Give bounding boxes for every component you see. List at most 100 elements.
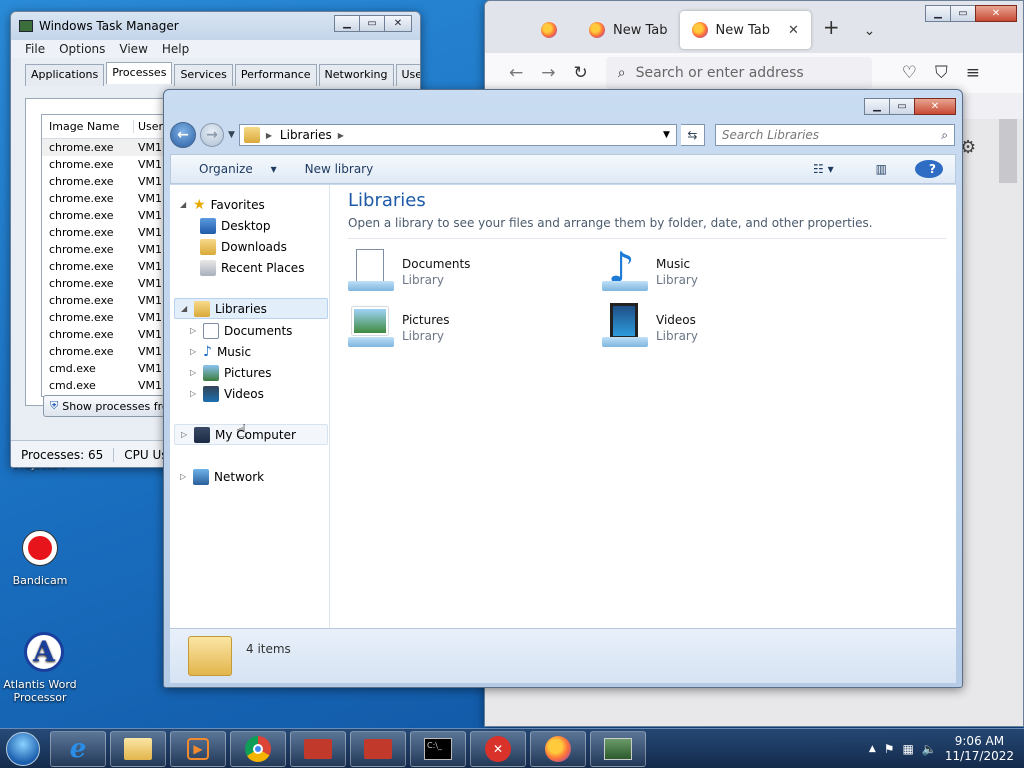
reload-icon[interactable]: ↻ <box>574 63 588 83</box>
expand-icon[interactable]: ▷ <box>190 389 198 398</box>
minimize-button[interactable]: ▁ <box>864 98 890 115</box>
tab-new-1[interactable]: New Tab <box>577 11 680 49</box>
forward-icon[interactable]: → <box>541 63 555 83</box>
extensions-icon[interactable]: ⛉ <box>935 63 948 83</box>
desktop-icon-bandicam[interactable]: Bandicam <box>0 528 80 587</box>
tab-processes[interactable]: Processes <box>106 62 173 84</box>
start-button[interactable] <box>0 729 46 768</box>
network-tray-icon[interactable]: ▦ <box>903 742 914 756</box>
table-row[interactable]: chrome.exe VM1 <box>42 139 180 156</box>
desktop-icon-atlantis[interactable]: A Atlantis Word Processor <box>0 632 80 704</box>
pocket-icon[interactable]: ♡ <box>902 63 917 83</box>
taskbar-firefox[interactable] <box>530 730 586 767</box>
nav-recent-places[interactable]: Recent Places <box>200 257 304 278</box>
table-row[interactable]: chrome.exe VM1 <box>42 241 180 258</box>
tab-pinned[interactable] <box>529 11 577 49</box>
chevron-down-icon[interactable]: ⌄ <box>864 23 876 39</box>
taskbar-explorer[interactable] <box>110 730 166 767</box>
table-row[interactable]: chrome.exe VM1 <box>42 309 180 326</box>
new-tab-button[interactable]: + <box>823 15 840 39</box>
maximize-button[interactable]: ▭ <box>889 98 915 115</box>
forward-button[interactable]: → <box>200 123 224 147</box>
collapse-icon[interactable]: ◢ <box>180 200 188 209</box>
title-bar[interactable]: ▁ ▭ ✕ <box>164 90 962 120</box>
maximize-button[interactable]: ▭ <box>359 15 385 32</box>
recent-pages-icon[interactable]: ▼ <box>228 130 235 140</box>
nav-videos[interactable]: ▷ Videos <box>190 383 264 404</box>
close-button[interactable]: ✕ <box>384 15 412 32</box>
nav-pictures[interactable]: ▷ Pictures <box>190 362 272 383</box>
close-icon[interactable]: ✕ <box>788 23 799 38</box>
breadcrumb[interactable]: Libraries <box>280 128 332 142</box>
table-row[interactable]: chrome.exe VM1 <box>42 173 180 190</box>
volume-icon[interactable]: 🔈 <box>922 742 937 756</box>
maximize-button[interactable]: ▭ <box>950 5 976 22</box>
nav-favorites[interactable]: ◢ ★ Favorites <box>180 194 265 215</box>
back-button[interactable]: ← <box>170 122 196 148</box>
close-button[interactable]: ✕ <box>975 5 1017 22</box>
expand-icon[interactable]: ▷ <box>190 326 198 335</box>
organize-button[interactable]: Organize ▾ <box>171 162 291 176</box>
taskbar-error-app[interactable]: ✕ <box>470 730 526 767</box>
table-row[interactable]: chrome.exe VM1 <box>42 258 180 275</box>
action-center-icon[interactable]: ⚑ <box>884 742 895 756</box>
tab-applications[interactable]: Applications <box>25 64 105 86</box>
library-pictures[interactable]: Pictures Library <box>348 303 450 349</box>
new-library-button[interactable]: New library <box>291 162 388 176</box>
table-row[interactable]: chrome.exe VM1 <box>42 224 180 241</box>
table-row[interactable]: chrome.exe VM1 <box>42 343 180 360</box>
nav-downloads[interactable]: Downloads <box>200 236 287 257</box>
nav-desktop[interactable]: Desktop <box>200 215 271 236</box>
taskbar-chrome[interactable] <box>230 730 286 767</box>
table-row[interactable]: chrome.exe VM1 <box>42 326 180 343</box>
table-row[interactable]: chrome.exe VM1 <box>42 275 180 292</box>
collapse-icon[interactable]: ◢ <box>181 304 189 313</box>
tab-services[interactable]: Services <box>174 64 233 86</box>
nav-music[interactable]: ▷ ♪ Music <box>190 341 251 362</box>
library-documents[interactable]: Documents Library <box>348 247 470 293</box>
minimize-button[interactable]: ▁ <box>334 15 360 32</box>
column-user[interactable]: User <box>134 120 163 133</box>
search-input[interactable]: Search Libraries ⌕ <box>714 124 955 146</box>
close-button[interactable]: ✕ <box>914 98 956 115</box>
tab-new-2[interactable]: New Tab ✕ <box>679 11 811 49</box>
scrollbar[interactable] <box>999 119 1017 183</box>
process-list[interactable]: Image Name User chrome.exe VM1 chrome.exe V… <box>41 114 181 397</box>
taskbar-ie[interactable]: e <box>50 730 106 767</box>
table-row[interactable]: cmd.exe VM1 <box>42 360 180 377</box>
menu-options[interactable]: Options <box>59 42 105 56</box>
table-row[interactable]: chrome.exe VM1 <box>42 207 180 224</box>
tab-performance[interactable]: Performance <box>234 64 317 86</box>
table-row[interactable]: cmd.exe VM1 <box>42 377 180 394</box>
tab-networking[interactable]: Networking <box>318 64 394 86</box>
help-icon[interactable]: ? <box>915 160 943 178</box>
column-image-name[interactable]: Image Name <box>42 120 134 133</box>
taskbar-task-manager[interactable] <box>590 730 646 767</box>
menu-view[interactable]: View <box>119 42 147 56</box>
nav-libraries[interactable]: ◢ Libraries <box>174 298 328 319</box>
address-bar[interactable]: ⌕ Search or enter address <box>605 57 872 89</box>
taskbar-toolbox-2[interactable] <box>350 730 406 767</box>
menu-icon[interactable]: ≡ <box>966 63 980 83</box>
nav-documents[interactable]: ▷ Documents <box>190 320 292 341</box>
table-row[interactable]: chrome.exe VM1 <box>42 190 180 207</box>
table-row[interactable]: chrome.exe VM1 <box>42 156 180 173</box>
tab-users[interactable]: Users <box>395 64 420 86</box>
refresh-button[interactable]: ⇆ <box>680 124 705 146</box>
minimize-button[interactable]: ▁ <box>925 5 951 22</box>
taskbar-toolbox-1[interactable] <box>290 730 346 767</box>
address-dropdown-icon[interactable]: ▼ <box>663 130 670 140</box>
back-icon[interactable]: ← <box>509 63 523 83</box>
menu-file[interactable]: File <box>25 42 45 56</box>
expand-icon[interactable]: ▷ <box>181 430 189 439</box>
expand-icon[interactable]: ▷ <box>190 368 198 377</box>
title-bar[interactable]: Windows Task Manager ▁ ▭ ✕ <box>11 12 420 40</box>
show-hidden-icons[interactable]: ▲ <box>869 744 876 754</box>
clock[interactable]: 9:06 AM 11/17/2022 <box>945 734 1014 764</box>
address-bar[interactable]: ▶ Libraries ▶ ▼ <box>238 124 677 146</box>
expand-icon[interactable]: ▷ <box>190 347 198 356</box>
nav-network[interactable]: ▷ Network <box>180 466 264 487</box>
menu-help[interactable]: Help <box>162 42 189 56</box>
nav-my-computer[interactable]: ▷ My Computer <box>174 424 328 445</box>
preview-pane-icon[interactable]: ▥ <box>862 162 901 176</box>
